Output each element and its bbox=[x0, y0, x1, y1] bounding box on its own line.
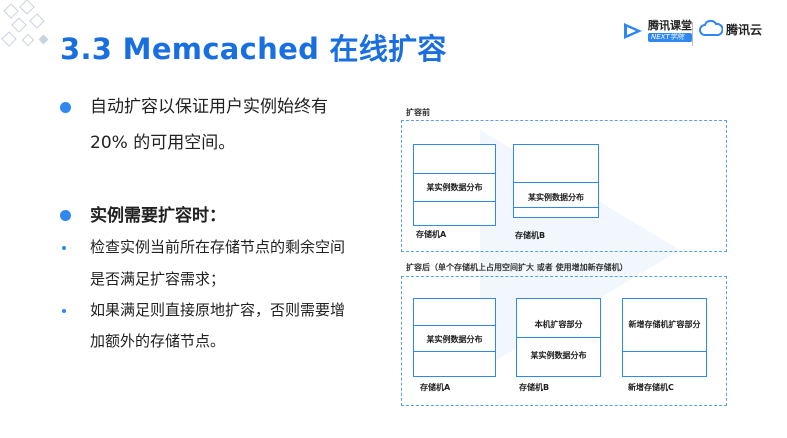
ketang-brand-name: 腾讯课堂 bbox=[648, 19, 692, 32]
before-label: 扩容前 bbox=[406, 108, 430, 117]
divider-line bbox=[414, 351, 495, 352]
before-storage-b-data: 某实例数据分布 bbox=[528, 193, 584, 202]
after-storage-a-box: 某实例数据分布 bbox=[413, 298, 496, 377]
bullet1-line2: 20% 的可用空间。 bbox=[90, 133, 236, 153]
after-storage-a-data: 某实例数据分布 bbox=[426, 335, 483, 344]
divider-line bbox=[414, 201, 495, 202]
divider-line bbox=[514, 182, 598, 183]
before-storage-b-caption: 存储机B bbox=[515, 231, 546, 240]
after-storage-b-expand: 本机扩容部分 bbox=[534, 320, 583, 329]
sub1-line1: 检查实例当前所在存储节点的剩余空间 bbox=[90, 238, 346, 256]
page-title: 3.3 Memcached 在线扩容 bbox=[60, 32, 447, 66]
divider-line bbox=[414, 325, 495, 326]
sub2-line1: 如果满足则直接原地扩容，否则需要增 bbox=[90, 301, 346, 319]
ketang-brand-tag: NEXT学院 bbox=[648, 33, 692, 42]
brand-divider bbox=[692, 22, 693, 46]
cloud-brand-name: 腾讯云 bbox=[726, 22, 763, 37]
sub-bullet-dot bbox=[62, 309, 66, 313]
before-storage-a-box: 某实例数据分布 bbox=[413, 144, 496, 226]
ketang-play-icon bbox=[624, 23, 642, 39]
divider-line bbox=[414, 173, 495, 174]
bullet2-heading: 实例需要扩容时： bbox=[90, 206, 226, 226]
after-storage-c-expand: 新增存储机扩容部分 bbox=[628, 320, 701, 329]
before-storage-a-data: 某实例数据分布 bbox=[426, 183, 483, 192]
after-storage-c-box: 新增存储机扩容部分 bbox=[622, 298, 707, 377]
before-storage-a-caption: 存储机A bbox=[416, 230, 447, 239]
divider-line bbox=[623, 351, 706, 352]
after-storage-b-box: 本机扩容部分 某实例数据分布 bbox=[516, 298, 601, 377]
tencent-cloud-logo: 腾讯云 bbox=[699, 20, 762, 38]
divider-line bbox=[514, 207, 598, 208]
after-storage-b-data: 某实例数据分布 bbox=[530, 351, 587, 360]
before-storage-b-box: 某实例数据分布 bbox=[513, 144, 599, 218]
tencent-ketang-logo: 腾讯课堂 NEXT学院 bbox=[622, 20, 692, 42]
bullet-dot bbox=[60, 102, 71, 113]
cloud-icon bbox=[699, 20, 723, 36]
after-storage-a-caption: 存储机A bbox=[420, 383, 451, 392]
bullet1-line1: 自动扩容以保证用户实例始终有 bbox=[90, 97, 328, 117]
sub-bullet-dot bbox=[62, 246, 66, 250]
sub1-line2: 是否满足扩容需求； bbox=[90, 270, 226, 288]
after-storage-b-caption: 存储机B bbox=[519, 383, 550, 392]
sub2-line2: 加额外的存储节点。 bbox=[90, 332, 226, 350]
divider-line bbox=[517, 337, 600, 338]
bullet-dot bbox=[60, 210, 71, 221]
after-storage-c-caption: 新增存储机C bbox=[628, 383, 674, 392]
after-label: 扩容后（单个存储机上占用空间扩大 或者 使用增加新存储机） bbox=[406, 263, 628, 272]
